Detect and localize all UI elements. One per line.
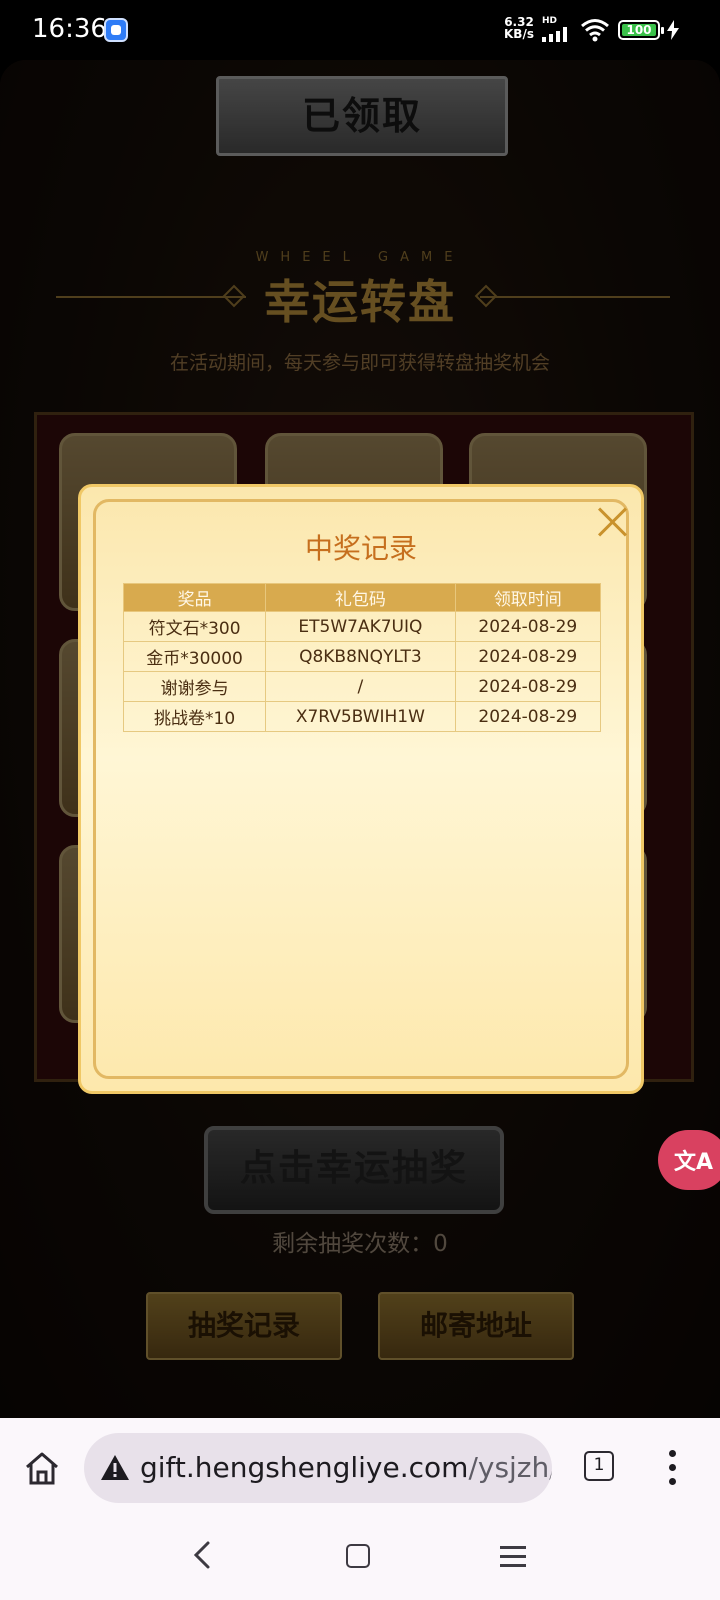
network-speed: 6.32 KB/s [504,16,534,40]
gift-code-cell: ET5W7AK7UIQ [265,611,456,642]
column-header-code: 礼包码 [265,583,456,612]
table-header-row: 奖品 礼包码 领取时间 [122,583,602,612]
claimed-button[interactable]: 已领取 [216,76,508,156]
nav-home-icon[interactable] [346,1544,370,1568]
table-row: 符文石*300 ET5W7AK7UIQ 2024-08-29 [122,611,602,642]
signal-icon [542,26,572,42]
gift-code-cell: / [265,671,456,702]
battery-icon: 100 [618,20,664,40]
network-speed-unit: KB/s [504,27,534,41]
home-icon[interactable] [22,1448,62,1488]
gift-code-cell: Q8KB8NQYLT3 [265,641,456,672]
hd-label: HD [542,16,558,26]
wheel-game-label: WHEEL GAME [255,250,465,265]
gift-code-cell: X7RV5BWIH1W [265,701,456,732]
wheel-description: 在活动期间，每天参与即可获得转盘抽奖机会 [169,352,550,374]
claim-time-cell: 2024-08-29 [454,701,602,732]
claim-time-cell: 2024-08-29 [454,611,602,642]
charging-icon [667,20,679,40]
column-header-prize: 奖品 [122,583,267,612]
claim-time-cell: 2024-08-29 [454,641,602,672]
recents-icon[interactable] [500,1544,526,1568]
column-header-time: 领取时间 [454,583,602,612]
prize-cell: 金币*30000 [122,641,267,672]
warning-icon[interactable] [100,1453,130,1483]
lucky-draw-button[interactable]: 点击幸运抽奖 [204,1126,504,1214]
address-bar[interactable]: gift.hengshengliye.com/ysjzh/ir [84,1433,552,1503]
win-records-table: 奖品 礼包码 领取时间 符文石*300 ET5W7AK7UIQ 2024-08-… [122,583,602,732]
prize-cell: 挑战卷*10 [122,701,267,732]
modal-title: 中奖记录 [304,532,417,565]
url-path: /ysjzh/ir [468,1451,552,1484]
mailing-address-button[interactable]: 邮寄地址 [378,1292,574,1360]
wheel-title: 幸运转盘 [264,275,456,329]
draw-records-button[interactable]: 抽奖记录 [146,1292,342,1360]
translate-button[interactable]: 文A [658,1130,720,1190]
prize-cell: 符文石*300 [122,611,267,642]
app-notification-icon [104,18,128,42]
table-row: 金币*30000 Q8KB8NQYLT3 2024-08-29 [122,641,602,672]
browser-toolbar: gift.hengshengliye.com/ysjzh/ir 1 [0,1418,720,1518]
table-row: 谢谢参与 / 2024-08-29 [122,671,602,702]
status-bar: 16:36 6.32 KB/s HD 100 [0,0,720,60]
tab-switcher-button[interactable]: 1 [584,1451,614,1481]
claim-time-cell: 2024-08-29 [454,671,602,702]
translate-icon: 文A [674,1150,714,1175]
url-host: gift.hengshengliye.com [140,1451,469,1484]
more-menu-icon[interactable] [662,1448,682,1488]
win-records-modal: 中奖记录 奖品 礼包码 领取时间 符文石*300 ET5W7AK7UIQ 202… [78,484,644,1094]
status-time: 16:36 [32,14,107,44]
close-icon[interactable] [597,507,627,537]
prize-cell: 谢谢参与 [122,671,267,702]
url-text[interactable]: gift.hengshengliye.com/ysjzh/ir [140,1451,552,1484]
wifi-icon [581,19,609,42]
system-nav-bar [0,1518,720,1600]
back-icon[interactable] [190,1540,214,1570]
table-row: 挑战卷*10 X7RV5BWIH1W 2024-08-29 [122,701,602,732]
battery-level: 100 [622,24,656,36]
remaining-draws: 剩余抽奖次数：0 [272,1231,448,1257]
